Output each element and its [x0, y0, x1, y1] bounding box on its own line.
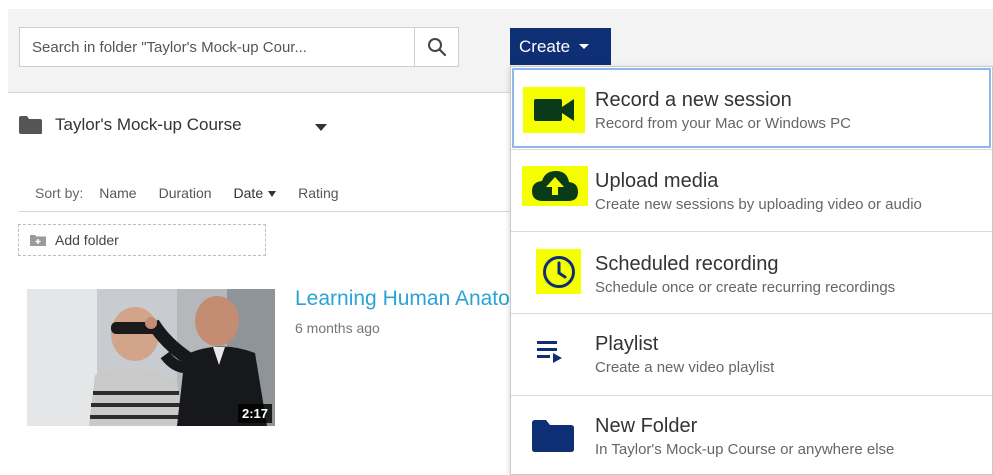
sort-option-date-label: Date: [233, 185, 264, 201]
sort-label: Sort by:: [35, 185, 84, 201]
sort-option-date[interactable]: Date: [234, 185, 277, 201]
menu-item-playlist[interactable]: Playlist Create a new video playlist: [511, 313, 992, 395]
cloud-upload-icon: [522, 166, 588, 206]
menu-item-upload-media[interactable]: Upload media Create new sessions by uplo…: [511, 149, 992, 231]
add-folder-label: Add folder: [55, 232, 119, 248]
search-icon: [427, 38, 446, 57]
session-age: 6 months ago: [295, 320, 380, 336]
menu-item-subtitle: In Taylor's Mock-up Course or anywhere e…: [595, 441, 895, 458]
search-button[interactable]: [414, 28, 458, 66]
add-folder-icon: [30, 235, 46, 246]
folder-selector[interactable]: Taylor's Mock-up Course: [18, 115, 327, 135]
sort-option-rating[interactable]: Rating: [298, 185, 338, 201]
menu-item-record-session[interactable]: Record a new session Record from your Ma…: [511, 67, 992, 149]
menu-item-scheduled-recording[interactable]: Scheduled recording Schedule once or cre…: [511, 231, 992, 313]
menu-item-subtitle: Record from your Mac or Windows PC: [595, 115, 851, 132]
playlist-icon: [531, 336, 571, 368]
folder-name: Taylor's Mock-up Course: [55, 115, 242, 134]
menu-item-new-folder[interactable]: New Folder In Taylor's Mock-up Course or…: [511, 395, 992, 475]
menu-item-subtitle: Create a new video playlist: [595, 359, 775, 376]
create-button[interactable]: Create: [510, 28, 611, 65]
session-title-link[interactable]: Learning Human Anatomy: [295, 287, 510, 311]
folder-icon: [19, 116, 42, 134]
sort-option-name[interactable]: Name: [99, 185, 136, 201]
search-input[interactable]: [20, 28, 414, 66]
caret-down-icon: [579, 44, 590, 49]
add-folder-button[interactable]: Add folder: [18, 224, 266, 256]
duration-badge: 2:17: [237, 404, 272, 423]
menu-item-title: Scheduled recording: [595, 253, 779, 275]
sort-bar: Sort by: Name Duration Date Rating: [35, 185, 361, 201]
sort-option-duration[interactable]: Duration: [159, 185, 212, 201]
clock-icon: [536, 249, 581, 294]
folder-icon: [529, 417, 577, 455]
divider: [18, 211, 518, 212]
create-button-label: Create: [519, 36, 571, 56]
sort-descending-icon: [268, 191, 277, 198]
menu-item-subtitle: Create new sessions by uploading video o…: [595, 196, 922, 213]
session-thumbnail[interactable]: 2:17: [27, 289, 275, 426]
search-box: [19, 27, 459, 67]
folder-dropdown-icon[interactable]: [315, 124, 327, 131]
create-dropdown-menu: Record a new session Record from your Ma…: [510, 66, 993, 475]
menu-item-title: Upload media: [595, 170, 719, 192]
menu-item-title: Record a new session: [595, 89, 792, 111]
menu-item-title: New Folder: [595, 415, 698, 437]
menu-item-subtitle: Schedule once or create recurring record…: [595, 279, 896, 296]
menu-item-title: Playlist: [595, 333, 659, 355]
video-camera-icon: [523, 87, 585, 133]
